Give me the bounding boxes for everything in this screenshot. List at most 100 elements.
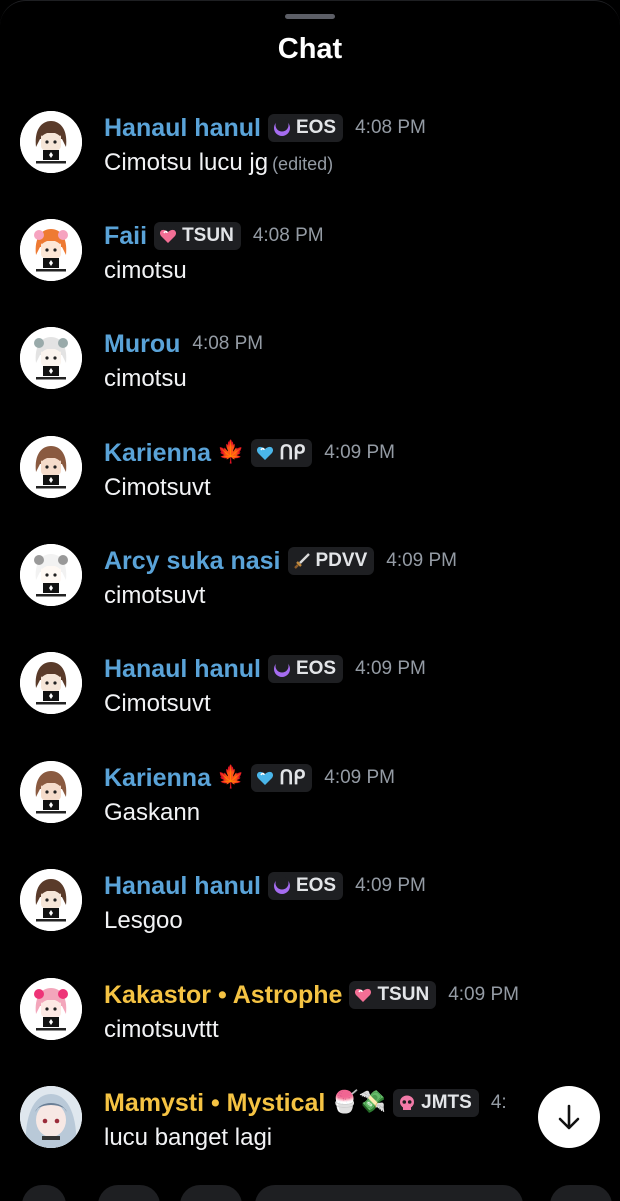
karienna-avatar[interactable] bbox=[20, 436, 82, 498]
server-tag-label: EOS bbox=[295, 117, 337, 138]
message-timestamp: 4:09 PM bbox=[324, 442, 396, 463]
server-tag[interactable]: TSUN bbox=[349, 981, 437, 1009]
murou-avatar[interactable] bbox=[20, 327, 82, 389]
message-text[interactable]: Cimotsuvt bbox=[104, 474, 211, 502]
server-tag-label: ᑎᑭ bbox=[279, 442, 306, 464]
server-tag-label: EOS bbox=[295, 658, 337, 679]
message-timestamp: 4:09 PM bbox=[448, 984, 519, 1005]
pink-heart-icon bbox=[354, 986, 377, 1004]
message-header: Kakastor • Astrophe TSUN 4:09 PM bbox=[104, 978, 519, 1012]
message-header: Hanaul hanul EOS 4:09 PM bbox=[104, 869, 426, 903]
hanaul-avatar[interactable] bbox=[20, 652, 82, 714]
message-header: Murou 4:08 PM bbox=[104, 327, 263, 361]
mamysti-avatar[interactable] bbox=[20, 1086, 82, 1148]
author-name[interactable]: Karienna bbox=[104, 764, 211, 793]
message-header: Karienna 🍁 ᑎᑭ 4:09 PM bbox=[104, 761, 395, 795]
message-text[interactable]: Lesgoo bbox=[104, 907, 183, 935]
moon-icon bbox=[273, 119, 296, 137]
author-name[interactable]: Hanaul hanul bbox=[104, 655, 261, 684]
author-name[interactable]: Hanaul hanul bbox=[104, 872, 261, 901]
author-name[interactable]: Arcy suka nasi bbox=[104, 547, 281, 576]
server-tag[interactable]: EOS bbox=[267, 655, 344, 683]
message-header: Hanaul hanul EOS 4:08 PM bbox=[104, 111, 426, 145]
name-emoji: 🍁 bbox=[216, 440, 245, 465]
message-item[interactable]: Hanaul hanul EOS 4:09 PM Lesgoo bbox=[0, 869, 620, 969]
message-timestamp: 4:08 PM bbox=[192, 333, 264, 354]
message-content: cimotsu bbox=[104, 257, 187, 284]
scroll-to-bottom-button[interactable] bbox=[538, 1086, 600, 1148]
message-item[interactable]: Hanaul hanul EOS 4:09 PM Cimotsuvt bbox=[0, 652, 620, 752]
pink-heart-icon bbox=[159, 227, 182, 245]
server-tag-label: PDVV bbox=[315, 550, 368, 571]
bottom-action-1[interactable] bbox=[22, 1185, 66, 1201]
server-tag[interactable]: ᑎᑭ bbox=[251, 439, 313, 467]
message-text[interactable]: cimotsu bbox=[104, 365, 187, 393]
server-tag[interactable]: JMTS bbox=[393, 1089, 479, 1117]
author-name[interactable]: Mamysti • Mystical bbox=[104, 1089, 325, 1118]
author-name[interactable]: Faii bbox=[104, 222, 147, 251]
moon-icon bbox=[273, 877, 296, 895]
author-name[interactable]: Karienna bbox=[104, 439, 211, 468]
message-content: lucu banget lagi bbox=[104, 1124, 273, 1151]
server-tag[interactable]: EOS bbox=[267, 872, 344, 900]
hanaul-avatar[interactable] bbox=[20, 111, 82, 173]
hanaul-avatar[interactable] bbox=[20, 869, 82, 931]
message-header: Karienna 🍁 ᑎᑭ 4:09 PM bbox=[104, 436, 395, 470]
message-item[interactable]: Karienna 🍁 ᑎᑭ 4:09 PM Cimotsuvt bbox=[0, 436, 620, 536]
message-item[interactable]: Murou 4:08 PM cimotsu bbox=[0, 327, 620, 427]
message-text[interactable]: cimotsuvttt bbox=[104, 1016, 219, 1044]
message-content: Gaskann bbox=[104, 799, 201, 826]
message-item[interactable]: Hanaul hanul EOS 4:08 PM Cimotsu lucu jg (ed… bbox=[0, 111, 620, 211]
message-text[interactable]: cimotsu bbox=[104, 257, 187, 285]
server-tag[interactable]: EOS bbox=[267, 114, 344, 142]
page-title: Chat bbox=[277, 33, 343, 65]
message-timestamp: 4:09 PM bbox=[386, 550, 458, 571]
message-item[interactable]: Karienna 🍁 ᑎᑭ 4:09 PM Gaskann bbox=[0, 761, 620, 861]
skull-icon bbox=[398, 1094, 421, 1112]
message-header: Faii TSUN 4:08 PM bbox=[104, 219, 324, 253]
moon-icon bbox=[273, 660, 296, 678]
author-name[interactable]: Hanaul hanul bbox=[104, 114, 261, 143]
chat-sheet: Chat Hanaul hanul EOS 4:08 PM Cimotsu lucu … bbox=[0, 0, 620, 1201]
server-tag-label: TSUN bbox=[377, 984, 430, 1005]
arcy-avatar[interactable] bbox=[20, 544, 82, 606]
message-timestamp: 4:08 PM bbox=[355, 117, 426, 138]
bottom-action-2[interactable] bbox=[98, 1185, 160, 1201]
message-text[interactable]: Cimotsuvt bbox=[104, 690, 211, 718]
message-input-bar[interactable] bbox=[255, 1185, 523, 1201]
message-item[interactable]: Faii TSUN 4:08 PM cimotsu bbox=[0, 219, 620, 319]
name-emoji: 🍁 bbox=[216, 765, 245, 790]
bottom-action-4[interactable] bbox=[550, 1185, 612, 1201]
message-timestamp: 4:09 PM bbox=[355, 875, 426, 896]
message-text[interactable]: Gaskann bbox=[104, 799, 200, 827]
server-tag-label: JMTS bbox=[421, 1092, 472, 1113]
message-header: Arcy suka nasi PDVV 4:09 PM bbox=[104, 544, 457, 578]
sword-icon bbox=[293, 552, 316, 570]
author-name[interactable]: Kakastor • Astrophe bbox=[104, 981, 342, 1010]
message-text[interactable]: Cimotsu lucu jg (edited) bbox=[104, 149, 333, 177]
sheet-grab-handle[interactable] bbox=[285, 14, 335, 19]
server-tag[interactable]: TSUN bbox=[154, 222, 241, 250]
faii-avatar[interactable] bbox=[20, 219, 82, 281]
message-content: Lesgoo bbox=[104, 907, 183, 934]
message-content: cimotsu bbox=[104, 365, 187, 392]
karienna-avatar[interactable] bbox=[20, 761, 82, 823]
edited-indicator: (edited) bbox=[272, 154, 334, 174]
kakastor-avatar[interactable] bbox=[20, 978, 82, 1040]
author-name[interactable]: Murou bbox=[104, 330, 180, 359]
message-timestamp: 4: bbox=[490, 1092, 507, 1113]
arrow-down-icon bbox=[558, 1104, 580, 1130]
message-text[interactable]: lucu banget lagi bbox=[104, 1124, 272, 1152]
bottom-action-3[interactable] bbox=[180, 1185, 242, 1201]
message-timestamp: 4:09 PM bbox=[324, 767, 396, 788]
message-item[interactable]: Kakastor • Astrophe TSUN 4:09 PM cimotsuvtt… bbox=[0, 978, 620, 1078]
message-text[interactable]: cimotsuvt bbox=[104, 582, 205, 610]
message-header: Mamysti • Mystical 🍧💸 JMTS 4: bbox=[104, 1086, 507, 1120]
server-tag[interactable]: ᑎᑭ bbox=[251, 764, 313, 792]
message-item[interactable]: Arcy suka nasi PDVV 4:09 PM cimotsuvt bbox=[0, 544, 620, 644]
server-tag-label: EOS bbox=[295, 875, 337, 896]
server-tag[interactable]: PDVV bbox=[287, 547, 375, 575]
message-header: Hanaul hanul EOS 4:09 PM bbox=[104, 652, 426, 686]
message-item[interactable]: Mamysti • Mystical 🍧💸 JMTS 4: lucu banget la… bbox=[0, 1086, 620, 1186]
blue-heart-icon bbox=[256, 769, 279, 787]
